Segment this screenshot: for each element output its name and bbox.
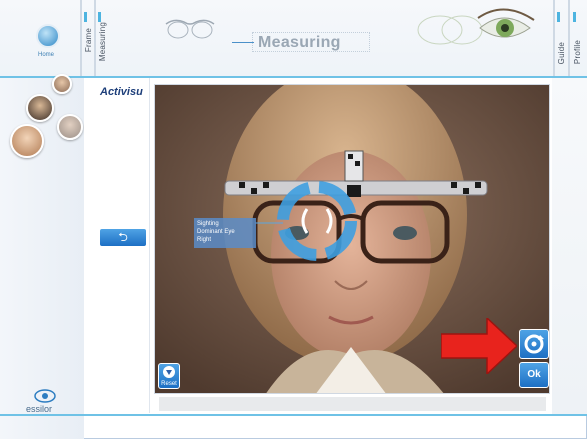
header-divider [568,0,570,76]
tab-frame[interactable]: Frame [84,28,93,52]
reset-label: Reset [161,381,177,387]
avatar[interactable] [57,114,83,140]
brand-label: Activisu [100,86,143,98]
tab-profile[interactable]: Profile [573,40,582,64]
red-arrow-icon [441,318,517,374]
header-divider [80,0,82,76]
rotate-icon [524,334,544,354]
avatar[interactable] [52,74,72,94]
reset-icon [163,366,175,378]
rotate-button[interactable] [519,329,549,359]
overlay-line: Right [197,237,212,243]
header-divider [94,0,96,76]
page-title: Measuring [258,34,341,51]
tab-indicator [557,12,560,22]
ok-button[interactable]: Ok [519,362,549,388]
overlay-line: Dominant Eye [197,229,235,235]
tab-measuring[interactable]: Measuring [98,22,107,61]
header-divider [553,0,555,76]
home-label: Home [38,52,55,58]
essilor-eye-icon [34,389,56,403]
sighting-info-label: Sighting Dominant Eye Right [194,218,256,248]
eye-illustration [417,8,535,45]
footer-accent-line [0,414,587,416]
essilor-logo-text: essilor [26,404,53,414]
title-decoration [232,42,254,43]
tab-indicator [573,12,576,22]
right-strip [552,78,587,414]
glasses-illustration [165,19,215,39]
header: Home Frame Measuring Measuring Guide Pro… [0,0,587,78]
avatar[interactable] [26,94,54,122]
back-button[interactable]: ⮌ [100,229,146,246]
avatar[interactable] [10,124,44,158]
status-bar [159,397,546,411]
tab-guide[interactable]: Guide [557,42,566,64]
reset-button[interactable]: Reset [158,363,180,389]
home-icon[interactable] [36,24,60,48]
overlay-line: Sighting [197,221,219,227]
tab-indicator [98,12,101,22]
tab-indicator [84,12,87,22]
page-title-wrap: Measuring [232,32,372,54]
